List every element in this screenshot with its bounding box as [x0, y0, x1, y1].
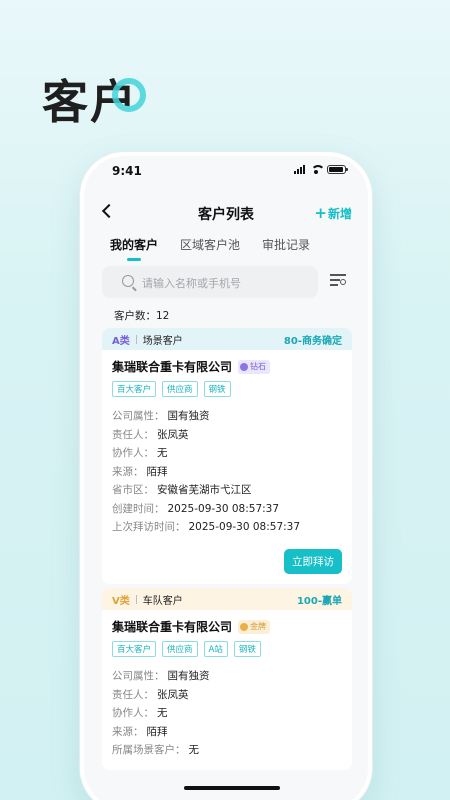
badge-label: 钻石 [250, 362, 267, 371]
customer-class: A类 [112, 335, 130, 347]
tag: 钢铁 [203, 381, 231, 397]
field-company-type: 公司属性： 国有独资 [112, 410, 210, 422]
deal-stage: 100-赢单 [296, 595, 342, 607]
customer-count: 客户数：12 [114, 308, 169, 323]
visit-now-button[interactable]: 立即拜访 [284, 548, 342, 574]
add-customer-button[interactable]: +新增 [314, 204, 352, 222]
field-company-type: 公司属性： 国有独资 [112, 670, 210, 682]
status-icons [294, 165, 348, 174]
tag: 百大客户 [112, 381, 157, 397]
diamond-icon [240, 362, 249, 371]
deal-stage: 80-商务确定 [283, 335, 342, 347]
divider [135, 334, 137, 344]
level-badge: 金牌 [238, 619, 271, 634]
app-screen: 9:41 客户列表 +新增 我的客户 区域客户池 审批记录 请输入名称或手机号 … [84, 156, 368, 800]
customer-card[interactable]: A类 场景客户 80-商务确定 集瑞联合重卡有限公司 钻石 百大客户 供应商 钢… [102, 328, 352, 584]
customer-class: V类 [112, 595, 130, 607]
tag-list: 百大客户 供应商 钢铁 [112, 381, 342, 397]
field-collaborator: 协作人：无 [112, 707, 168, 719]
add-label: 新增 [327, 207, 352, 221]
customer-scene: 车队客户 [142, 595, 183, 607]
search-placeholder: 请输入名称或手机号 [142, 277, 241, 290]
field-created-time: 创建时间： 2025-09-30 08:57:37 [112, 502, 280, 515]
tab-region-pool[interactable]: 区域客户池 [180, 236, 240, 261]
field-scene-customer: 所属场景客户：无 [112, 744, 199, 756]
tag: A站 [203, 641, 228, 657]
field-owner: 责任人： 张凤英 [112, 428, 189, 441]
field-region: 省市区： 安徽省芜湖市弋江区 [112, 484, 252, 496]
field-last-visit-time: 上次拜访时间： 2025-09-30 08:57:37 [112, 521, 301, 533]
company-name: 集瑞联合重卡有限公司 [112, 360, 233, 374]
tag-list: 百大客户 供应商 A站 钢铁 [112, 641, 342, 657]
cellular-signal-icon [294, 165, 305, 174]
level-badge: 钻石 [238, 359, 271, 374]
divider [135, 594, 137, 604]
gold-medal-icon [240, 622, 249, 631]
field-owner: 责任人： 张凤英 [112, 688, 189, 701]
wifi-icon [310, 165, 325, 174]
battery-icon [327, 165, 348, 174]
tag: 供应商 [162, 641, 198, 657]
nav-bar: 客户列表 +新增 [84, 198, 368, 226]
tab-bar: 我的客户 区域客户池 审批记录 [110, 236, 310, 261]
tag: 钢铁 [233, 641, 261, 657]
card-header: V类 车队客户 100-赢单 [102, 588, 352, 610]
customer-card[interactable]: V类 车队客户 100-赢单 集瑞联合重卡有限公司 金牌 百大客户 供应商 A站… [102, 588, 352, 770]
phone-frame: 9:41 客户列表 +新增 我的客户 区域客户池 审批记录 请输入名称或手机号 … [80, 152, 372, 800]
field-source: 来源： 陌拜 [112, 465, 168, 478]
customer-scene: 场景客户 [142, 335, 183, 347]
badge-label: 金牌 [250, 622, 267, 631]
filter-search-icon[interactable] [330, 274, 346, 288]
count-value: 12 [156, 310, 170, 322]
search-input[interactable]: 请输入名称或手机号 [102, 266, 318, 298]
card-header: A类 场景客户 80-商务确定 [102, 328, 352, 350]
field-list: 公司属性： 国有独资 责任人： 张凤英 协作人：无 来源： 陌拜 省市区： 安徽省芜湖市… [112, 407, 342, 537]
field-collaborator: 协作人：无 [112, 447, 168, 459]
plus-icon: + [314, 204, 327, 222]
company-name: 集瑞联合重卡有限公司 [112, 620, 233, 634]
field-source: 来源： 陌拜 [112, 725, 168, 738]
status-time: 9:41 [112, 164, 142, 178]
tag: 百大客户 [112, 641, 157, 657]
count-label: 客户数： [114, 310, 156, 322]
promo-ring-decoration [112, 78, 146, 112]
home-indicator [184, 786, 280, 790]
tab-my-customers[interactable]: 我的客户 [110, 236, 158, 261]
field-list: 公司属性： 国有独资 责任人： 张凤英 协作人：无 来源： 陌拜 所属场景客户：无 [112, 667, 342, 760]
search-icon [122, 275, 134, 287]
tag: 供应商 [162, 381, 198, 397]
tab-approval-records[interactable]: 审批记录 [262, 236, 310, 261]
